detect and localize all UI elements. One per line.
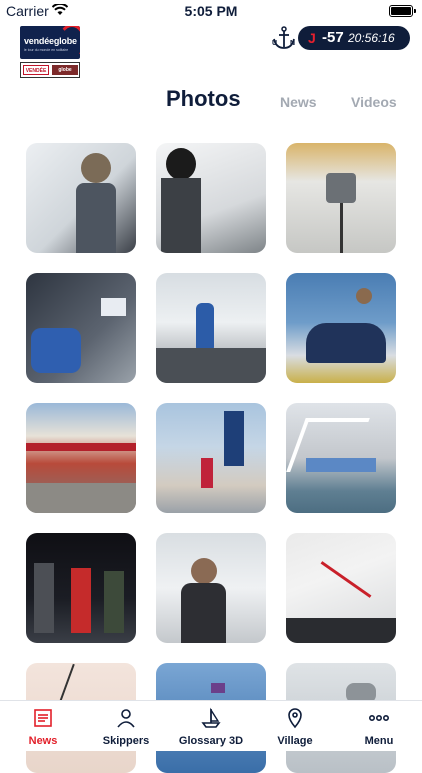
tab-news[interactable]: News xyxy=(280,94,317,110)
photo-item[interactable] xyxy=(286,143,396,253)
tab-label: Village xyxy=(277,735,313,747)
countdown-clock: 20:56:16 xyxy=(348,31,395,45)
photo-item[interactable] xyxy=(286,533,396,643)
vendee-globe-logo[interactable]: vendéeglobe le tour du monde en solitair… xyxy=(20,26,80,78)
tab-news-nav[interactable]: News xyxy=(1,707,85,747)
tab-label: Menu xyxy=(364,735,394,747)
tab-village-nav[interactable]: Village xyxy=(253,707,337,747)
photo-item[interactable] xyxy=(156,533,266,643)
tab-videos[interactable]: Videos xyxy=(351,94,397,110)
status-bar: Carrier 5:05 PM xyxy=(0,0,422,22)
bottom-tab-bar: News Skippers Glossary 3D Village Menu xyxy=(0,700,422,751)
tab-photos[interactable]: Photos xyxy=(166,86,241,112)
race-countdown[interactable]: J -57 20:56:16 xyxy=(298,26,410,50)
countdown-days: -57 xyxy=(322,29,344,46)
sponsor-vendee: VENDÉE xyxy=(23,65,49,75)
photo-item[interactable] xyxy=(286,403,396,513)
boat-icon xyxy=(201,707,221,728)
tab-label: Skippers xyxy=(102,735,150,747)
clock: 5:05 PM xyxy=(184,3,238,19)
more-dots-icon xyxy=(368,715,390,722)
photo-item[interactable] xyxy=(286,273,396,383)
map-pin-icon xyxy=(288,708,302,729)
photo-item[interactable] xyxy=(156,143,266,253)
photo-item[interactable] xyxy=(156,273,266,383)
person-icon xyxy=(117,709,135,728)
tab-label: Glossary 3D xyxy=(178,735,244,747)
tab-skippers-nav[interactable]: Skippers xyxy=(84,707,168,747)
media-tabs: Photos News Videos xyxy=(0,86,422,114)
tab-glossary-nav[interactable]: Glossary 3D xyxy=(169,707,253,747)
photo-item[interactable] xyxy=(156,403,266,513)
photo-item[interactable] xyxy=(26,273,136,383)
svg-text:U: U xyxy=(272,40,277,47)
tab-label: News xyxy=(28,735,58,747)
countdown-prefix: J xyxy=(308,30,316,46)
photo-item[interactable] xyxy=(26,143,136,253)
svg-text:N: N xyxy=(290,40,295,47)
photo-item[interactable] xyxy=(26,533,136,643)
photo-item[interactable] xyxy=(26,403,136,513)
battery-icon xyxy=(389,5,416,17)
tab-menu-nav[interactable]: Menu xyxy=(337,707,421,747)
news-list-icon xyxy=(34,709,52,727)
sponsor-globe: globe xyxy=(52,65,78,75)
anchor-icon[interactable]: U N xyxy=(271,26,297,50)
